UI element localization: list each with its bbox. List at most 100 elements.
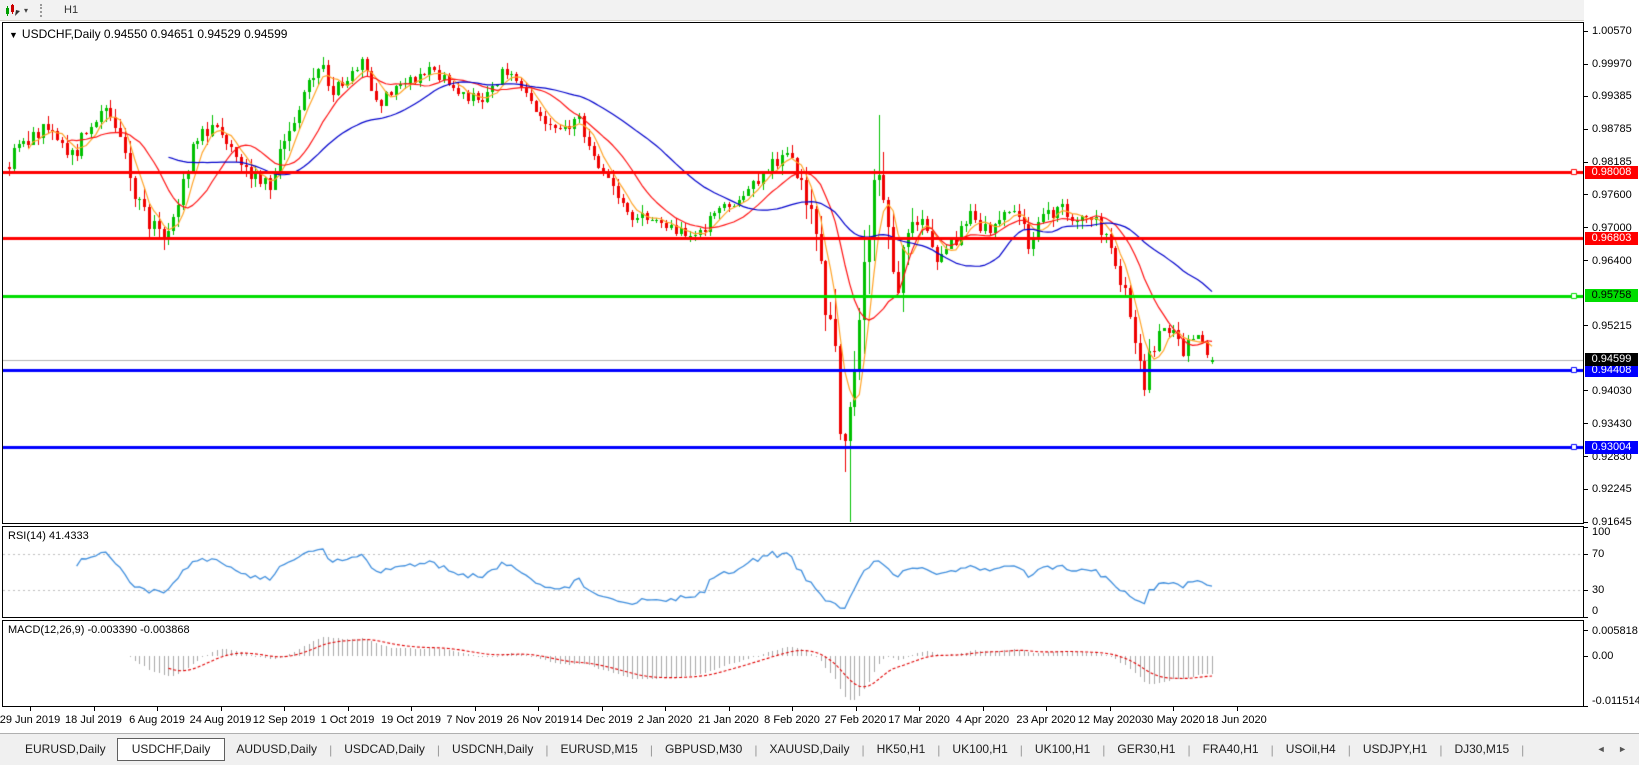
price-tick-label: 1.00570 xyxy=(1592,25,1632,38)
date-axis-tick xyxy=(919,707,920,711)
toolbar-grip-handle[interactable] xyxy=(40,3,45,17)
date-axis-tick xyxy=(157,707,158,711)
chart-tab[interactable]: EURUSD,Daily xyxy=(14,739,117,760)
chart-tab[interactable]: USDJPY,H1 xyxy=(1352,739,1438,760)
chart-tab[interactable]: GBPUSD,M30 xyxy=(654,739,753,760)
tab-scroll-left-icon[interactable]: ◄ xyxy=(1597,744,1606,754)
chart-tab-bar: EURUSD,Daily USDCHF,Daily AUDUSD,Daily | USD… xyxy=(0,733,1639,765)
timeframe-button-h1[interactable]: H1 xyxy=(55,2,94,19)
price-tick-label: 0.98785 xyxy=(1592,123,1632,136)
price-axis-tick xyxy=(1584,456,1588,458)
price-tick-label: 0.99970 xyxy=(1592,58,1632,71)
date-axis-tick xyxy=(347,707,349,711)
rsi-canvas[interactable] xyxy=(3,527,1583,617)
macd-tick-label: -0.011514 xyxy=(1592,695,1639,707)
date-axis-tick xyxy=(1109,707,1111,711)
chart-tab[interactable]: EURUSD,M15 xyxy=(549,739,648,760)
rsi-axis-tick xyxy=(1584,616,1588,618)
price-axis-tick xyxy=(1584,260,1588,262)
chart-tab[interactable]: UK100,H1 xyxy=(1024,739,1101,760)
symbol-dropdown-icon[interactable]: ▼ xyxy=(9,30,18,40)
macd-indicator-panel: MACD(12,26,9) -0.003390 -0.003868 xyxy=(2,620,1584,707)
date-axis-tick xyxy=(1046,707,1047,711)
level-price-label: 0.93004 xyxy=(1585,440,1638,454)
level-price-label: 0.98008 xyxy=(1585,165,1638,179)
toolbar-dropdown-icon[interactable]: ▾ xyxy=(24,6,28,15)
chart-cursor-icon[interactable] xyxy=(5,3,21,17)
chart-tab[interactable]: AUDUSD,Daily xyxy=(225,739,328,760)
macd-axis-tick xyxy=(1584,630,1588,632)
macd-axis-tick xyxy=(1584,705,1588,707)
macd-tick-label: 0.00 xyxy=(1592,650,1614,663)
price-tick-label: 0.99385 xyxy=(1592,90,1632,103)
rsi-axis-tick xyxy=(1584,553,1588,555)
chart-tab[interactable]: DJ30,M15 xyxy=(1443,739,1520,760)
chart-tab[interactable]: USDCHF,Daily xyxy=(116,738,226,761)
date-axis-tick xyxy=(30,707,31,711)
price-axis-tick xyxy=(1584,325,1588,327)
tab-scroll-right-icon[interactable]: ► xyxy=(1618,744,1627,754)
price-tick-label: 0.93430 xyxy=(1592,417,1632,430)
price-axis[interactable]: 1.00570 0.99970 0.99385 0.98785 0.98185 0.976… xyxy=(1584,0,1639,733)
chart-tab[interactable]: USDCAD,Daily xyxy=(333,739,436,760)
chart-title: ▼ USDCHF,Daily 0.94550 0.94651 0.94529 0.… xyxy=(9,27,287,41)
date-axis-tick xyxy=(411,707,412,711)
date-axis-tick xyxy=(728,707,730,711)
chart-tab[interactable]: XAUUSD,Daily xyxy=(758,739,860,760)
chart-tab[interactable]: USDCNH,Daily xyxy=(441,739,544,760)
price-axis-tick xyxy=(1584,194,1588,196)
price-tick-label: 0.95215 xyxy=(1592,319,1632,332)
price-axis-tick xyxy=(1584,63,1588,65)
macd-canvas[interactable] xyxy=(3,621,1583,706)
rsi-tick-label: 70 xyxy=(1592,548,1605,560)
date-axis-tick xyxy=(284,707,285,711)
price-tick-label: 0.97600 xyxy=(1592,188,1632,201)
price-axis-tick xyxy=(1584,488,1588,490)
date-axis-tick xyxy=(538,707,539,711)
date-axis-tick xyxy=(1173,707,1174,711)
date-axis-tick xyxy=(93,707,95,711)
price-axis-tick xyxy=(1584,30,1588,32)
date-axis-tick xyxy=(855,707,857,711)
price-tick-label: 0.94030 xyxy=(1592,384,1632,397)
macd-label: MACD(12,26,9) -0.003390 -0.003868 xyxy=(8,624,190,636)
rsi-axis-tick xyxy=(1584,589,1588,591)
date-axis-tick xyxy=(982,707,984,711)
price-chart-panel: ▼ USDCHF,Daily 0.94550 0.94651 0.94529 0.… xyxy=(2,22,1584,524)
price-axis-tick xyxy=(1584,95,1588,97)
chart-tab[interactable]: HK50,H1 xyxy=(866,739,937,760)
tab-separator: | xyxy=(1521,742,1525,757)
price-axis-tick xyxy=(1584,128,1588,130)
rsi-tick-label: 0 xyxy=(1592,605,1599,617)
price-axis-tick xyxy=(1584,227,1588,229)
rsi-axis-tick xyxy=(1584,526,1588,528)
chart-title-text: USDCHF,Daily 0.94550 0.94651 0.94529 0.9… xyxy=(21,27,288,41)
date-axis-tick xyxy=(474,707,476,711)
level-price-label: 0.96803 xyxy=(1585,231,1638,245)
price-axis-tick xyxy=(1584,390,1588,392)
rsi-indicator-panel: RSI(14) 41.4333 xyxy=(2,526,1584,618)
time-axis[interactable]: 29 Jun 2019 18 Jul 2019 6 Aug 2019 24 Aug 2… xyxy=(0,707,1639,733)
date-axis-tick xyxy=(1236,707,1238,711)
price-axis-tick xyxy=(1584,161,1588,163)
current-price-label: 0.94599 xyxy=(1585,353,1638,367)
price-axis-tick xyxy=(1584,521,1588,523)
top-toolbar: ▾ M1M5M15M30H1H4D1W1MN xyxy=(0,0,1639,84)
price-chart-canvas[interactable] xyxy=(3,23,1583,523)
date-axis-tick xyxy=(665,707,666,711)
date-axis-tick xyxy=(220,707,222,711)
price-tick-label: 0.96400 xyxy=(1592,254,1632,267)
price-axis-tick xyxy=(1584,423,1588,425)
date-axis-tick xyxy=(792,707,793,711)
date-tick-label: 18 Jun 2020 xyxy=(1206,714,1267,726)
chart-tab[interactable]: FRA40,H1 xyxy=(1192,739,1270,760)
macd-axis-tick xyxy=(1584,655,1588,657)
price-tick-label: 0.92245 xyxy=(1592,483,1632,496)
chart-tab-list: EURUSD,Daily USDCHF,Daily AUDUSD,Daily | USD… xyxy=(14,738,1525,761)
chart-tab[interactable]: GER30,H1 xyxy=(1106,739,1186,760)
rsi-tick-label: 100 xyxy=(1592,526,1611,538)
tab-scroll-arrows: ◄ ► xyxy=(1587,744,1627,754)
rsi-tick-label: 30 xyxy=(1592,584,1605,596)
chart-tab[interactable]: USOil,H4 xyxy=(1275,739,1347,760)
chart-tab[interactable]: UK100,H1 xyxy=(941,739,1018,760)
